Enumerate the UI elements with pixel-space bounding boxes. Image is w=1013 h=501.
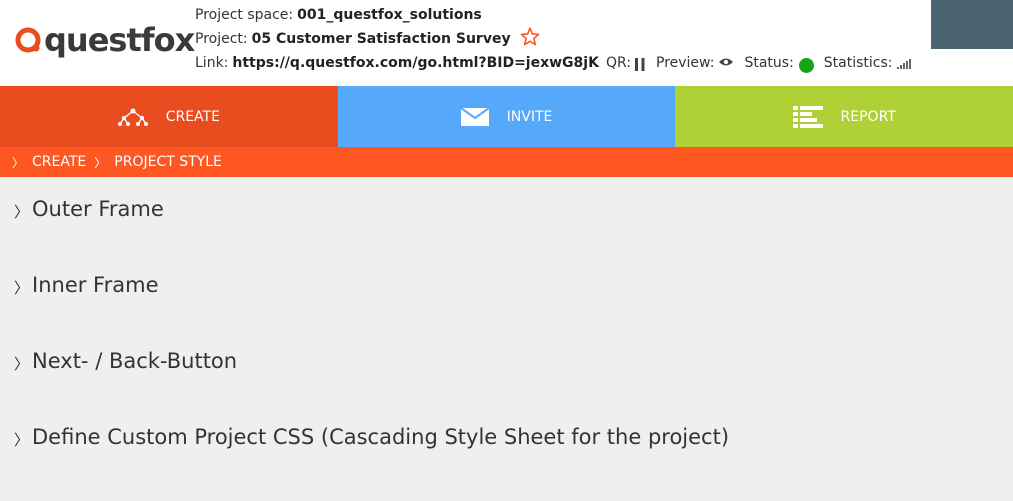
section-custom-css[interactable]: 〉 Define Custom Project CSS (Cascading S…	[0, 425, 1013, 501]
section-next-back-button[interactable]: 〉 Next- / Back-Button	[0, 349, 1013, 425]
chevron-right-icon: 〉	[12, 155, 25, 170]
header: questfox Project space: 001_questfox_sol…	[0, 0, 1013, 86]
project-space-value: 001_questfox_solutions	[297, 7, 482, 23]
section-title: Inner Frame	[32, 273, 159, 297]
section-title: Next- / Back-Button	[32, 349, 238, 373]
main-nav: CREATE INVITE REPORT	[0, 86, 1013, 147]
chevron-right-icon: 〉	[14, 279, 30, 297]
project-info: Project space: 001_questfox_solutions Pr…	[195, 4, 911, 74]
project-link[interactable]: https://q.questfox.com/go.html?BID=jexwG…	[232, 52, 599, 74]
logo-q-icon	[15, 27, 41, 53]
chevron-right-icon: 〉	[94, 155, 107, 170]
chevron-right-icon: 〉	[14, 203, 30, 221]
account-menu-box[interactable]	[931, 0, 1013, 49]
qr-label: QR:	[605, 55, 631, 71]
statistics-signal-icon[interactable]	[896, 59, 911, 69]
qr-code-icon[interactable]	[635, 57, 648, 71]
section-inner-frame[interactable]: 〉 Inner Frame	[0, 273, 1013, 349]
chevron-right-icon: 〉	[14, 431, 30, 449]
nav-report[interactable]: REPORT	[675, 86, 1013, 147]
logo-text: questfox	[44, 21, 195, 59]
status-label: Status:	[744, 55, 794, 71]
breadcrumb: 〉 CREATE 〉 PROJECT STYLE	[0, 147, 1013, 177]
breadcrumb-project-style[interactable]: PROJECT STYLE	[114, 154, 222, 170]
section-title: Outer Frame	[32, 197, 164, 221]
questfox-logo[interactable]: questfox	[14, 20, 195, 60]
status-indicator-icon[interactable]	[798, 57, 814, 73]
style-sections: 〉 Outer Frame 〉 Inner Frame 〉 Next- / Ba…	[0, 177, 1013, 501]
nav-create-label: CREATE	[165, 108, 220, 125]
section-title: Define Custom Project CSS (Cascading Sty…	[32, 425, 730, 449]
project-space-label: Project space:	[195, 7, 294, 23]
preview-eye-icon[interactable]	[718, 52, 734, 74]
breadcrumb-create[interactable]: CREATE	[32, 154, 86, 170]
nav-create[interactable]: CREATE	[0, 86, 338, 147]
section-outer-frame[interactable]: 〉 Outer Frame	[0, 197, 1013, 273]
preview-label: Preview:	[656, 55, 715, 71]
project-label: Project:	[195, 31, 248, 47]
hierarchy-icon	[117, 107, 148, 127]
nav-invite[interactable]: INVITE	[337, 86, 676, 147]
favorite-star-icon[interactable]	[520, 27, 540, 53]
project-name: 05 Customer Satisfaction Survey	[251, 31, 511, 47]
nav-invite-label: INVITE	[506, 108, 553, 125]
nav-report-label: REPORT	[840, 108, 896, 125]
link-label: Link:	[195, 55, 229, 71]
chevron-right-icon: 〉	[14, 355, 30, 373]
statistics-label: Statistics:	[823, 55, 893, 71]
envelope-icon	[460, 107, 489, 126]
report-list-icon	[792, 105, 823, 128]
